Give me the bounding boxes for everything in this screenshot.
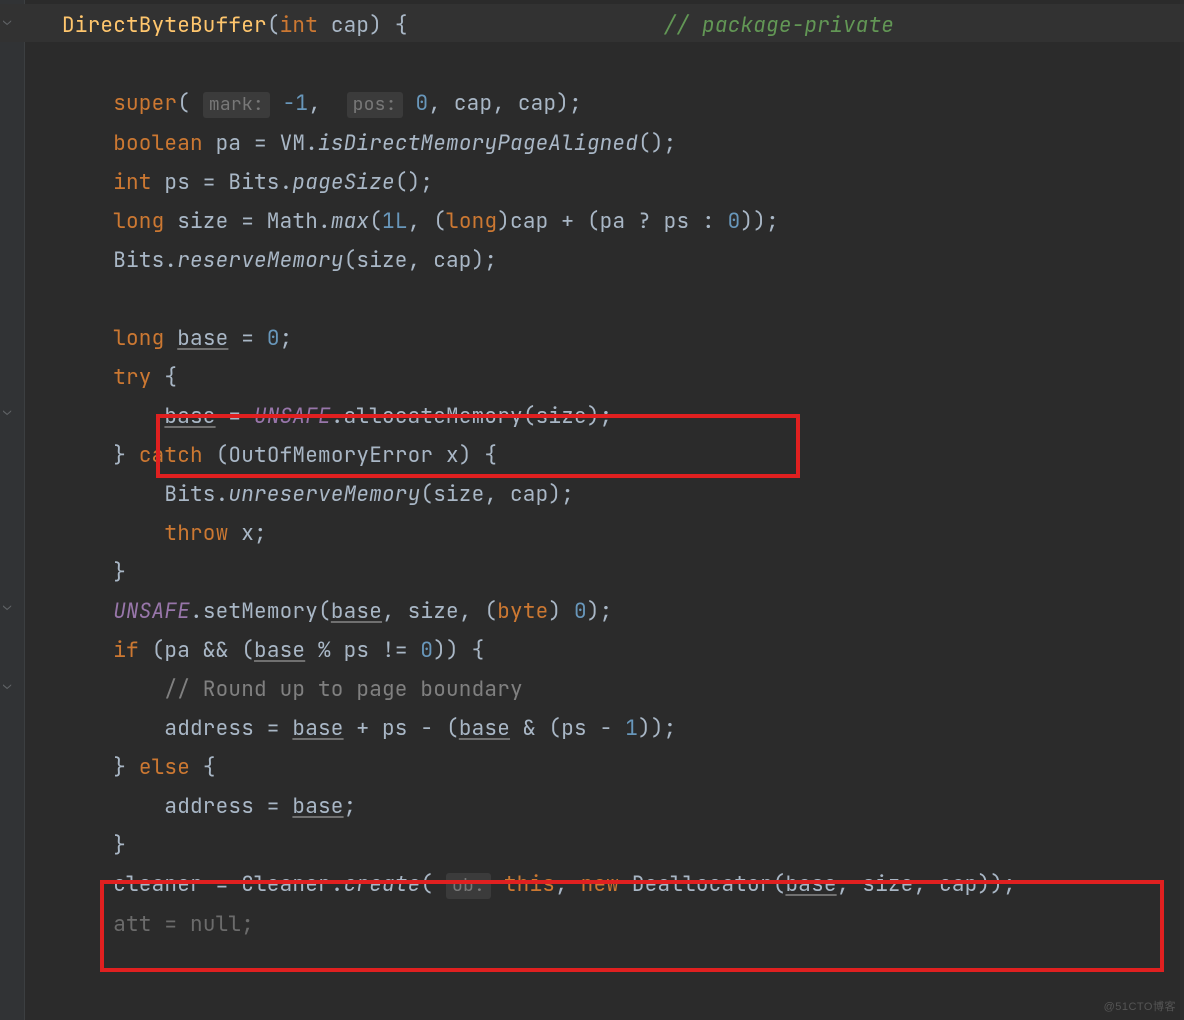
fold-marker-icon[interactable]: ⌄ [3, 12, 11, 30]
comment: // package-private [664, 12, 894, 39]
scrollbar-marks[interactable] [1180, 0, 1184, 1020]
param-hint: pos: [347, 92, 403, 118]
method-name: DirectByteBuffer [62, 12, 267, 39]
watermark: @51CTO博客 [1104, 998, 1176, 1014]
blank-line [62, 286, 75, 313]
param-hint: mark: [203, 92, 270, 118]
param-hint: ob: [446, 873, 491, 899]
gutter-divider [24, 0, 25, 1020]
fold-marker-icon[interactable]: ⌄ [3, 597, 11, 615]
fold-marker-icon[interactable]: ⌄ [3, 402, 11, 420]
fold-marker-icon[interactable]: ⌄ [3, 676, 11, 694]
code-editor[interactable]: DirectByteBuffer(int cap) { // package-p… [62, 6, 1016, 944]
comment: // Round up to page boundary [164, 676, 522, 703]
line-number-gutter [0, 0, 24, 1020]
blank-line [62, 51, 75, 78]
